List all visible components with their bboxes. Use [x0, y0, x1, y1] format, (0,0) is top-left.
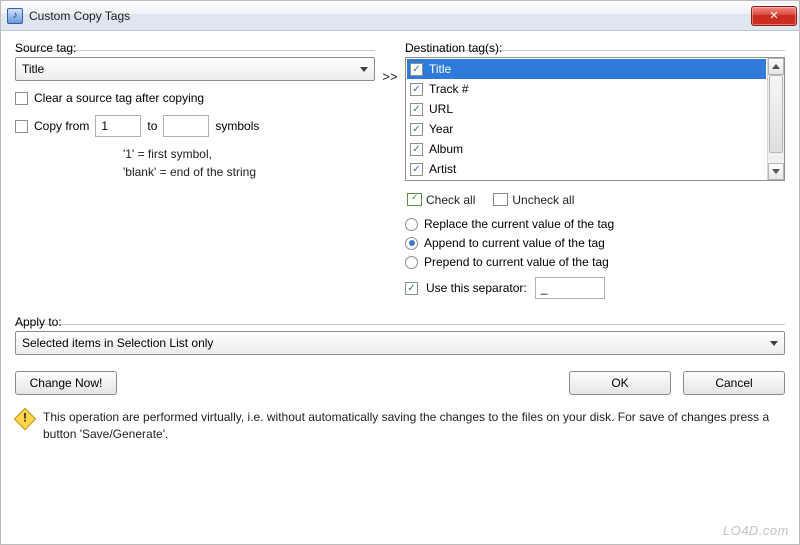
window-title: Custom Copy Tags: [29, 9, 130, 23]
mode-append-radio[interactable]: [405, 237, 418, 250]
list-item-checkbox[interactable]: [410, 143, 423, 156]
copy-arrow: >>: [375, 41, 405, 299]
copy-from-checkbox[interactable]: [15, 120, 28, 133]
uncheck-all-icon: [493, 193, 508, 206]
chevron-down-icon: [360, 67, 368, 72]
dest-tag-listbox[interactable]: Title Track # URL Year Album Artist: [405, 57, 785, 181]
hint-line-2: 'blank' = end of the string: [123, 163, 375, 181]
chevron-down-icon: [770, 341, 778, 346]
scroll-down-button[interactable]: [768, 163, 784, 180]
copy-from-input[interactable]: 1: [95, 115, 141, 137]
list-item[interactable]: Year: [407, 119, 766, 139]
cancel-label: Cancel: [715, 376, 752, 390]
clear-source-checkbox[interactable]: [15, 92, 28, 105]
source-tag-dropdown[interactable]: Title: [15, 57, 375, 81]
close-icon: ✕: [769, 9, 778, 22]
copy-to-input[interactable]: [163, 115, 209, 137]
source-tag-value: Title: [22, 62, 360, 76]
hint-line-1: '1' = first symbol,: [123, 145, 375, 163]
list-item[interactable]: Artist: [407, 159, 766, 179]
chevron-up-icon: [772, 64, 780, 69]
list-item[interactable]: Title: [407, 59, 766, 79]
check-all-link[interactable]: Check all: [407, 191, 475, 207]
mode-replace-radio[interactable]: [405, 218, 418, 231]
separator-value: _: [541, 281, 548, 295]
copy-from-label: Copy from: [34, 119, 89, 133]
apply-to-dropdown[interactable]: Selected items in Selection List only: [15, 331, 785, 355]
separator-checkbox[interactable]: [405, 282, 418, 295]
client-area: Source tag: Title Clear a source tag aft…: [1, 31, 799, 452]
copy-to-label: to: [147, 119, 157, 133]
source-tag-label: Source tag:: [15, 41, 375, 55]
chevron-down-icon: [772, 169, 780, 174]
mode-prepend-radio[interactable]: [405, 256, 418, 269]
list-item-label: Title: [429, 62, 451, 76]
symbols-label: symbols: [215, 119, 259, 133]
list-item-label: URL: [429, 102, 453, 116]
watermark: LO4D.com: [723, 523, 789, 538]
list-item-label: Year: [429, 122, 453, 136]
clear-source-label: Clear a source tag after copying: [34, 91, 204, 105]
apply-to-label: Apply to:: [15, 315, 785, 329]
list-item-label: Album: [429, 142, 463, 156]
scrollbar[interactable]: [767, 58, 784, 180]
titlebar: ♪ Custom Copy Tags ✕: [1, 1, 799, 31]
separator-label: Use this separator:: [426, 281, 527, 295]
close-button[interactable]: ✕: [751, 6, 797, 26]
ok-button[interactable]: OK: [569, 371, 671, 395]
scroll-thumb[interactable]: [769, 75, 783, 153]
list-item[interactable]: URL: [407, 99, 766, 119]
dest-tag-label: Destination tag(s):: [405, 41, 785, 55]
list-item-checkbox[interactable]: [410, 123, 423, 136]
list-item-checkbox[interactable]: [410, 83, 423, 96]
list-item-checkbox[interactable]: [410, 63, 423, 76]
separator-input[interactable]: _: [535, 277, 605, 299]
warning-text: This operation are performed virtually, …: [43, 409, 783, 444]
scroll-up-button[interactable]: [768, 58, 784, 75]
apply-to-value: Selected items in Selection List only: [22, 336, 770, 350]
scroll-track[interactable]: [768, 75, 784, 163]
check-all-label: Check all: [426, 193, 475, 207]
copy-from-value: 1: [101, 119, 108, 133]
cancel-button[interactable]: Cancel: [683, 371, 785, 395]
list-item-checkbox[interactable]: [410, 163, 423, 176]
mode-replace-label: Replace the current value of the tag: [424, 217, 614, 231]
list-item-label: Track #: [429, 82, 469, 96]
uncheck-all-link[interactable]: Uncheck all: [493, 191, 574, 207]
uncheck-all-label: Uncheck all: [512, 193, 574, 207]
list-item[interactable]: Album: [407, 139, 766, 159]
check-all-icon: [407, 193, 422, 206]
app-icon: ♪: [7, 8, 23, 24]
change-now-label: Change Now!: [30, 376, 103, 390]
mode-prepend-label: Prepend to current value of the tag: [424, 255, 609, 269]
ok-label: OK: [611, 376, 628, 390]
list-item-label: Artist: [429, 162, 456, 176]
change-now-button[interactable]: Change Now!: [15, 371, 117, 395]
list-item[interactable]: Track #: [407, 79, 766, 99]
list-item-checkbox[interactable]: [410, 103, 423, 116]
mode-append-label: Append to current value of the tag: [424, 236, 605, 250]
warning-icon: !: [14, 408, 37, 431]
